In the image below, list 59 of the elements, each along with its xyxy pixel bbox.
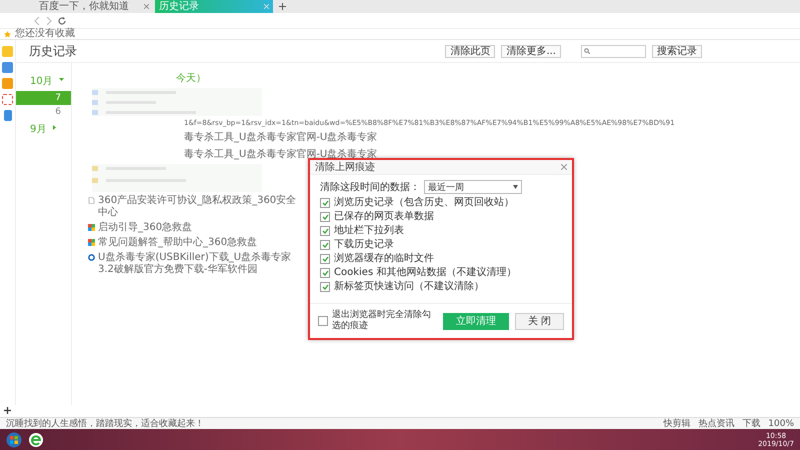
checkbox[interactable] (320, 198, 330, 208)
checkbox[interactable] (320, 226, 330, 236)
checkbox[interactable] (318, 316, 328, 326)
clear-button[interactable]: 清除更多... (501, 44, 561, 58)
checkbox[interactable] (320, 212, 330, 222)
option-label: Cookies 和其他网站数据（不建议清理） (334, 267, 516, 278)
checkbox[interactable] (320, 254, 330, 264)
caret-icon (513, 185, 518, 189)
browser-tab[interactable]: 百度一下，你就知道 (35, 0, 153, 13)
option-label: 已保存的网页表单数据 (334, 211, 434, 222)
clear-button[interactable]: 清除此页 (445, 44, 496, 58)
tile-icon (88, 224, 95, 231)
close-dialog-button[interactable]: 关 闭 (514, 312, 564, 330)
caret-icon (52, 125, 58, 130)
history-entry[interactable]: 毒专杀工具_U盘杀毒专家官网-U盘杀毒专家 (184, 130, 800, 144)
forward-icon[interactable] (46, 16, 52, 24)
range-dropdown[interactable]: 最近一周 (424, 180, 522, 194)
status-item[interactable]: 100% (768, 418, 794, 428)
tile-icon (88, 239, 95, 246)
history-entry[interactable]: 启动引导_360急救盘 (98, 222, 192, 234)
option-label: 新标签页快速访问（不建议清除） (334, 281, 484, 292)
star-icon[interactable] (4, 30, 11, 38)
status-item[interactable]: 快剪辑 (663, 418, 690, 428)
search-icon (584, 48, 590, 54)
status-message: 沉睡找到的人生感悟，踏踏现实，适合收藏起来！ (6, 418, 204, 428)
reload-icon[interactable] (58, 16, 66, 24)
checkbox[interactable] (320, 268, 330, 278)
option-label: 退出浏览器时完全清除勾选的痕迹 (332, 310, 432, 332)
add-icon[interactable] (4, 407, 11, 414)
page-title: 历史记录 (29, 42, 77, 60)
option-label: 地址栏下拉列表 (334, 225, 404, 236)
back-icon[interactable] (34, 16, 40, 24)
browser-icon[interactable] (28, 432, 44, 448)
date-heading: 今天） (176, 72, 207, 85)
day-item[interactable]: 6 (16, 105, 71, 119)
option-label: 浏览器缓存的临时文件 (334, 253, 434, 264)
history-entry[interactable]: 毒专杀工具_U盘杀毒专家官网-U盘杀毒专家 (184, 147, 800, 161)
bookmarks-hint: 您还没有收藏 (15, 29, 75, 39)
search-history-button[interactable]: 搜索记录 (652, 44, 702, 58)
search-field[interactable] (581, 44, 646, 58)
status-item[interactable]: 下载 (742, 418, 760, 428)
ring-icon (88, 254, 95, 261)
option-label: 浏览历史记录（包含历史、网页回收站） (334, 197, 514, 208)
history-entry[interactable]: 常见问题解答_帮助中心_360急救盘 (98, 237, 258, 249)
dialog-title: 清除上网痕迹 (315, 160, 375, 174)
checkbox[interactable] (320, 240, 330, 250)
list-icon[interactable] (2, 62, 13, 73)
close-icon[interactable] (144, 4, 149, 9)
close-icon[interactable] (561, 164, 567, 170)
status-item[interactable]: 热点资讯 (698, 418, 734, 428)
history-entry[interactable]: U盘杀毒专家(USBKiller)下载_U盘杀毒专家3.2破解版官方免费下载-华军软件园 (98, 252, 303, 276)
page-icon (88, 197, 95, 204)
start-icon[interactable] (6, 432, 22, 448)
new-tab-icon[interactable] (279, 3, 286, 10)
history-entry[interactable]: 360产品安装许可协议_隐私权政策_360安全中心 (98, 195, 303, 219)
checkbox[interactable] (320, 282, 330, 292)
option-label: 下载历史记录 (334, 239, 394, 250)
range-label: 清除这段时间的数据： (320, 180, 420, 194)
caret-icon (58, 77, 64, 82)
